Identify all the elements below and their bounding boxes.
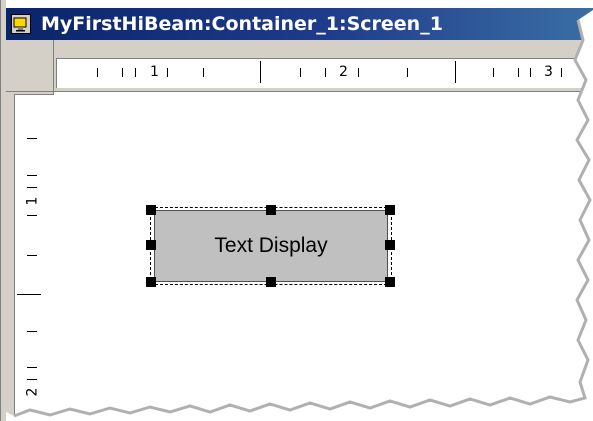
resize-handle-right[interactable] (385, 240, 395, 250)
ruler-tick (203, 68, 204, 77)
ruler-tick (27, 187, 37, 188)
text-display-widget[interactable]: Text Display (154, 210, 388, 282)
resize-handle-bottom-right[interactable] (385, 277, 395, 287)
ruler-corner (6, 40, 54, 92)
ruler-tick (27, 379, 37, 380)
window-title: MyFirstHiBeam:Container_1:Screen_1 (41, 13, 443, 35)
ruler-tick (518, 68, 519, 77)
ruler-tick (27, 138, 37, 139)
ruler-label: 3 (544, 64, 553, 80)
resize-handle-top[interactable] (266, 205, 276, 215)
text-display-label: Text Display (214, 234, 328, 257)
resize-handle-bottom[interactable] (266, 277, 276, 287)
ruler-tick (493, 68, 494, 77)
ruler-tick (27, 255, 37, 256)
app-icon[interactable] (11, 14, 31, 34)
vertical-ruler: 1 2 (6, 92, 54, 421)
screen-editor-window: MyFirstHiBeam:Container_1:Screen_1 1 2 3 (0, 0, 593, 421)
title-bar[interactable]: MyFirstHiBeam:Container_1:Screen_1 (6, 8, 593, 40)
ruler-tick (27, 175, 37, 176)
resize-handle-top-right[interactable] (385, 205, 395, 215)
ruler-label: 2 (24, 387, 41, 397)
ruler-tick (260, 61, 261, 83)
horizontal-ruler-scale: 1 2 3 (56, 58, 593, 88)
resize-handle-top-left[interactable] (146, 205, 156, 215)
ruler-label: 1 (24, 196, 41, 206)
ruler-tick (455, 61, 456, 83)
ruler-tick (97, 68, 98, 77)
ruler-tick (300, 68, 301, 77)
resize-handle-left[interactable] (146, 240, 156, 250)
ruler-tick (27, 215, 37, 216)
ruler-tick (407, 68, 408, 77)
ruler-tick (325, 68, 326, 77)
resize-handle-bottom-left[interactable] (146, 277, 156, 287)
ruler-tick (122, 68, 123, 77)
ruler-tick (530, 68, 531, 77)
ruler-tick (167, 68, 168, 77)
ruler-label: 1 (150, 64, 159, 80)
vertical-ruler-scale: 1 2 (14, 94, 54, 421)
ruler-tick (27, 367, 37, 368)
ruler-tick (358, 68, 359, 77)
ruler-label: 2 (339, 64, 348, 80)
ruler-tick (561, 68, 562, 77)
ruler-tick (17, 294, 41, 295)
ruler-tick (135, 68, 136, 77)
ruler-tick (27, 331, 37, 332)
horizontal-ruler: 1 2 3 (54, 40, 593, 92)
